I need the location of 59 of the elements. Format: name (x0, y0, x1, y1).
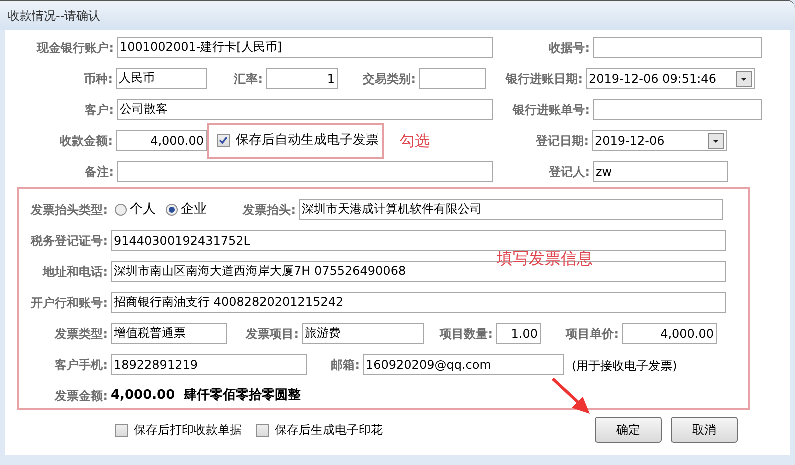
field-label: 币种: (84, 70, 113, 88)
field-label: 登记日期: (536, 132, 589, 150)
annotation-text: 勾选 (400, 132, 430, 150)
field-label: 发票类型: (55, 326, 108, 342)
field-label: 备注: (85, 164, 114, 180)
input-field[interactable]: 深圳市天港成计算机软件有限公司 (299, 199, 723, 220)
radio-option[interactable]: 企业 (166, 200, 207, 220)
input-field[interactable]: 招商银行南油支行 40082820201215242 (111, 292, 726, 313)
caret-icon (736, 70, 752, 86)
input-field[interactable] (593, 37, 762, 58)
dialog-button[interactable]: 取消 (671, 417, 738, 443)
window-title: 收款情况--请确认 (8, 8, 101, 24)
input-field[interactable]: zw (593, 161, 728, 182)
input-field[interactable] (593, 99, 762, 120)
input-field[interactable]: 91440300192431752L (111, 230, 726, 251)
input-field[interactable]: 1 (266, 68, 338, 89)
option-checkbox[interactable]: 保存后打印收款单据 (115, 421, 242, 439)
date-dropdown[interactable]: 2019-12-06 (592, 130, 727, 151)
input-field[interactable]: 160920209@qq.com (363, 354, 564, 375)
field-label: 汇率: (234, 70, 263, 88)
field-label: 发票抬头: (243, 202, 296, 218)
auto-invoice-checkbox[interactable]: 保存后自动生成电子发票 (207, 122, 384, 158)
field-label: 开户行和账号: (31, 294, 108, 312)
caret-icon (708, 132, 724, 148)
input-field[interactable]: 18922891219 (111, 354, 307, 375)
input-field[interactable]: 公司散客 (117, 99, 493, 120)
field-label: 发票金额: (55, 388, 108, 404)
date-dropdown[interactable]: 2019-12-06 09:51:46 (586, 68, 755, 89)
input-field[interactable]: 4,000.00 (622, 323, 717, 344)
input-field[interactable]: 旅游费 (302, 323, 424, 344)
dialog-button[interactable]: 确定 (595, 417, 662, 443)
field-label: 银行进账单号: (513, 102, 590, 118)
field-label: 客户: (85, 102, 114, 118)
arrow-annotation (550, 376, 592, 416)
input-field[interactable]: 1.00 (496, 323, 541, 344)
field-label: 银行进账日期: (506, 70, 583, 88)
radio-option[interactable]: 个人 (115, 200, 156, 220)
input-field[interactable]: 增值税普通票 (111, 323, 227, 344)
hint-text: (用于接收电子发票) (572, 358, 678, 372)
field-label: 收款金额: (60, 132, 113, 150)
input-field[interactable]: 1001002001-建行卡[人民币] (117, 37, 493, 58)
input-field[interactable]: 人民币 (116, 68, 207, 89)
field-label: 发票项目: (246, 326, 299, 342)
field-label: 发票抬头类型: (31, 202, 108, 218)
field-label: 收据号: (549, 40, 590, 56)
field-label: 交易类别: (363, 70, 416, 88)
field-label: 项目单价: (566, 326, 619, 342)
field-label: 项目数量: (440, 326, 493, 342)
field-label: 现金银行账户: (37, 40, 114, 56)
option-checkbox[interactable]: 保存后生成电子印花 (256, 421, 383, 439)
field-label: 登记人: (549, 164, 590, 180)
input-field[interactable] (419, 68, 486, 89)
field-label: 客户手机: (55, 356, 108, 374)
input-field[interactable] (117, 161, 493, 182)
field-label: 邮箱: (331, 356, 360, 374)
field-label: 地址和电话: (43, 264, 108, 280)
field-label: 税务登记证号: (31, 232, 108, 250)
input-field[interactable]: 4,000.00 (116, 130, 207, 151)
amount-text: 4,000.00 肆仟零佰零拾零圆整 (111, 386, 302, 405)
